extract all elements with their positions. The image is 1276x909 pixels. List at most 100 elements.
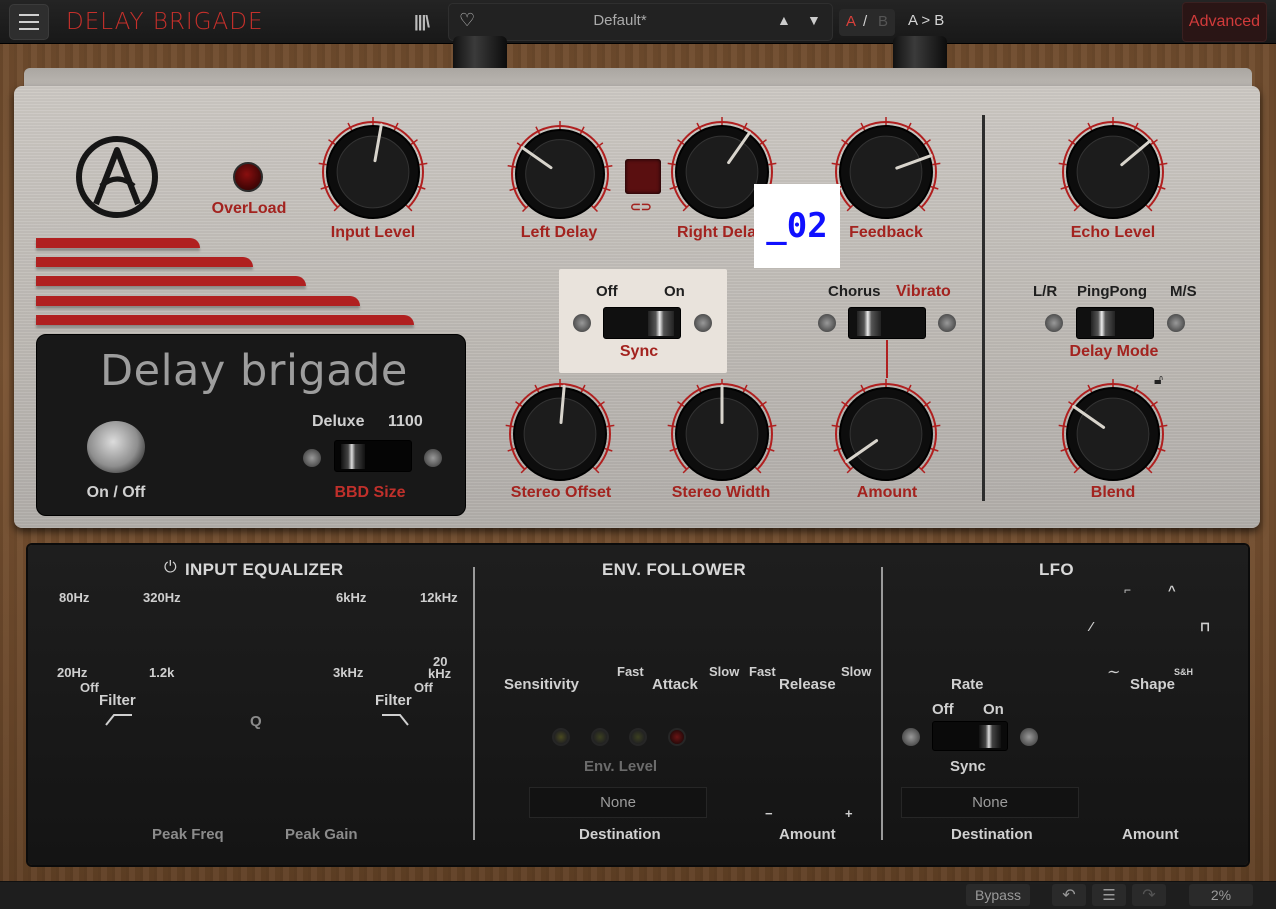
- knob-tick: [768, 424, 777, 428]
- stereo-width-knob[interactable]: [662, 374, 782, 494]
- lfo-amount-label: Amount: [1122, 826, 1179, 843]
- echo-level-knob[interactable]: [1053, 112, 1173, 232]
- lo-80hz-label: 80Hz: [59, 590, 90, 605]
- panel-divider: [473, 567, 475, 840]
- screw: [1020, 728, 1038, 746]
- knob-tick: [604, 164, 613, 168]
- next-preset-button[interactable]: ▼: [807, 12, 821, 28]
- env-amount-label: Amount: [779, 826, 836, 843]
- release-slow-label: Slow: [841, 664, 872, 679]
- lfo-sync-label: Sync: [950, 758, 986, 775]
- stereo-offset-knob[interactable]: [500, 374, 620, 494]
- hi-6khz-label: 6kHz: [336, 590, 367, 605]
- sine-wave-icon: ∼: [1107, 664, 1121, 681]
- echo-level-label: Echo Level: [1070, 224, 1156, 241]
- list-icon[interactable]: ☰: [1092, 884, 1126, 906]
- lfo-sync-switch[interactable]: [932, 721, 1008, 751]
- redo-icon[interactable]: ↷: [1132, 884, 1166, 906]
- knob-tick: [667, 424, 676, 428]
- bypass-button[interactable]: Bypass: [966, 884, 1030, 906]
- q-label: Q: [250, 713, 262, 730]
- knob-tick: [505, 424, 514, 428]
- highcut-icon: [382, 714, 409, 726]
- chorus-amount-knob[interactable]: [826, 374, 946, 494]
- hamburger-menu-button[interactable]: [9, 4, 49, 40]
- overload-led: [233, 162, 263, 192]
- env-led-2: [591, 728, 609, 746]
- modulation-link-line: [886, 340, 888, 378]
- lo-1-2k-label: 1.2k: [149, 665, 175, 680]
- link-icon: ⊂⊃: [630, 199, 652, 214]
- decor-stripe: [36, 315, 414, 325]
- knob-cap: [523, 397, 597, 471]
- hi-filter-label: Filter: [375, 692, 412, 709]
- sync-switch[interactable]: [603, 307, 681, 339]
- knob-tick: [831, 424, 840, 428]
- knob-tick: [507, 164, 516, 168]
- blend-knob[interactable]: [1053, 374, 1173, 494]
- delay-mode-pingpong-label: PingPong: [1077, 283, 1147, 300]
- ab-compare-toggle[interactable]: A / B: [839, 9, 895, 36]
- left-delay-knob[interactable]: [502, 116, 618, 232]
- pedal-divider: [982, 115, 985, 501]
- advanced-button[interactable]: Advanced: [1182, 2, 1267, 42]
- left-delay-label: Left Delay: [520, 224, 598, 241]
- feedback-label: Feedback: [849, 224, 923, 241]
- knob-tick: [1058, 162, 1067, 166]
- chorus-vibrato-switch[interactable]: [848, 307, 926, 339]
- delay-link-button[interactable]: [625, 159, 661, 194]
- square-wave-icon: ⊓: [1200, 619, 1211, 634]
- power-icon[interactable]: ⏻: [164, 559, 177, 577]
- copy-a-to-b-button[interactable]: A > B: [908, 12, 944, 29]
- knob-tick: [318, 162, 327, 166]
- hi-khz-label: kHz: [428, 666, 452, 681]
- attack-label: Attack: [652, 676, 698, 693]
- previous-preset-button[interactable]: ▲: [777, 12, 791, 28]
- attack-slow-label: Slow: [709, 664, 740, 679]
- attack-fast-label: Fast: [617, 664, 644, 679]
- library-icon[interactable]: |||\: [414, 12, 436, 32]
- knob-tick: [1159, 424, 1168, 428]
- bbd-1100-label: 1100: [388, 413, 423, 430]
- lock-icon[interactable]: 🔓︎: [1154, 371, 1163, 388]
- decor-stripe: [36, 238, 200, 248]
- knob-tick: [1159, 162, 1168, 166]
- lfo-destination-field[interactable]: None: [901, 787, 1079, 818]
- heart-icon[interactable]: ♡: [459, 10, 475, 31]
- input-level-knob[interactable]: [313, 112, 433, 232]
- on-off-footswitch[interactable]: [87, 421, 145, 473]
- knob-tick: [606, 424, 615, 428]
- undo-icon[interactable]: ↶: [1052, 884, 1086, 906]
- cpu-meter: 2%: [1189, 884, 1253, 906]
- knob-tick: [768, 162, 777, 166]
- delay-mode-switch[interactable]: [1076, 307, 1154, 339]
- decor-stripe: [36, 296, 360, 306]
- sensitivity-label: Sensitivity: [504, 676, 580, 693]
- ab-b-label[interactable]: B: [878, 13, 888, 30]
- screw: [573, 314, 591, 332]
- knob-cap: [685, 135, 759, 209]
- env-destination-field[interactable]: None: [529, 787, 707, 818]
- knob-tick: [419, 162, 428, 166]
- lfo-shape-label: Shape: [1130, 676, 1176, 693]
- brand-title: Delay brigade: [100, 346, 408, 396]
- knob-tick: [932, 424, 941, 428]
- ab-a-label[interactable]: A: [846, 13, 856, 30]
- preset-name[interactable]: Default*: [560, 12, 680, 29]
- lo-20hz-label: 20Hz: [57, 665, 88, 680]
- env-amount-plus: +: [845, 806, 853, 821]
- decor-stripe: [36, 276, 306, 286]
- app-title: DELAY BRIGADE: [66, 9, 264, 35]
- knob-cap: [849, 397, 923, 471]
- knob-cap: [525, 139, 595, 209]
- release-label: Release: [779, 676, 836, 693]
- screw: [818, 314, 836, 332]
- bbd-size-label: BBD Size: [334, 484, 406, 501]
- bbd-size-switch[interactable]: [334, 440, 412, 472]
- app-root: DELAY BRIGADE |||\ ♡ Default* ▲ ▼ A / B …: [0, 0, 1276, 909]
- screw: [1045, 314, 1063, 332]
- chorus-label: Chorus: [828, 283, 881, 300]
- feedback-knob[interactable]: [826, 112, 946, 232]
- lo-320hz-label: 320Hz: [143, 590, 181, 605]
- knob-cap: [849, 135, 923, 209]
